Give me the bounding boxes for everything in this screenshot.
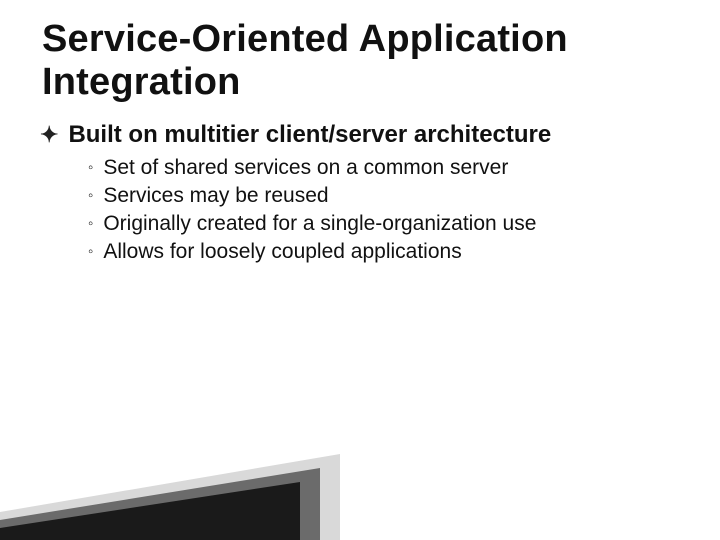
bullet-text: Built on multitier client/server archite… <box>68 121 551 149</box>
list-item: ◦ Set of shared services on a common ser… <box>88 155 680 182</box>
bullet-level1: ✦ Built on multitier client/server archi… <box>40 121 680 149</box>
sub-bullet-text: Set of shared services on a common serve… <box>103 155 508 182</box>
list-item: ◦ Allows for loosely coupled application… <box>88 239 680 266</box>
sub-bullet-list: ◦ Set of shared services on a common ser… <box>88 155 680 266</box>
circle-bullet-icon: ◦ <box>88 211 93 237</box>
list-item: ◦ Originally created for a single-organi… <box>88 211 680 238</box>
circle-bullet-icon: ◦ <box>88 239 93 265</box>
list-item: ◦ Services may be reused <box>88 183 680 210</box>
circle-bullet-icon: ◦ <box>88 183 93 209</box>
bullet-marker-icon: ✦ <box>40 121 58 149</box>
slide: Service-Oriented Application Integration… <box>0 0 720 540</box>
circle-bullet-icon: ◦ <box>88 155 93 181</box>
slide-title: Service-Oriented Application Integration <box>42 18 680 103</box>
sub-bullet-text: Originally created for a single-organiza… <box>103 211 536 238</box>
sub-bullet-text: Services may be reused <box>103 183 328 210</box>
sub-bullet-text: Allows for loosely coupled applications <box>103 239 461 266</box>
decorative-wedge-icon <box>0 450 720 540</box>
